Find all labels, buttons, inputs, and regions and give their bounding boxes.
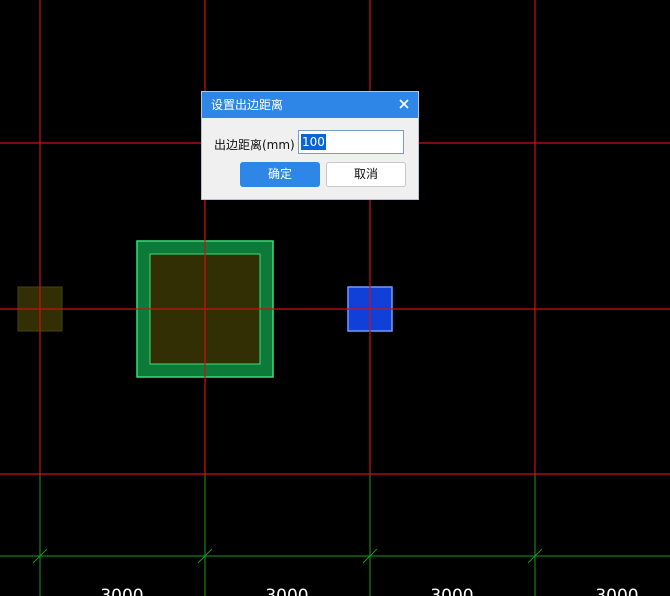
ok-button[interactable]: 确定	[240, 162, 320, 187]
dialog-title: 设置出边距离	[211, 98, 284, 112]
close-button[interactable]	[396, 96, 412, 112]
axis-grid	[0, 0, 670, 475]
offset-distance-input[interactable]: 100	[298, 130, 404, 154]
dimension-label-4: 3000	[595, 586, 639, 596]
dimension-label-3: 3000	[430, 586, 474, 596]
drawing-canvas[interactable]: 3000 3000 3000 3000 设置出边距离 出边距离(mm) 100 …	[0, 0, 670, 596]
dimension-label-2: 3000	[265, 586, 309, 596]
dialog-titlebar[interactable]: 设置出边距离	[202, 92, 418, 118]
grid-drawing[interactable]	[0, 0, 670, 596]
dimension-label-1: 3000	[100, 586, 144, 596]
cancel-button[interactable]: 取消	[326, 162, 406, 187]
offset-distance-value: 100	[301, 134, 326, 150]
close-icon	[399, 99, 409, 109]
dimension-lines	[0, 474, 670, 596]
offset-distance-dialog: 设置出边距离 出边距离(mm) 100 确定 取消	[202, 92, 418, 199]
offset-distance-label: 出边距离(mm)	[214, 138, 295, 152]
